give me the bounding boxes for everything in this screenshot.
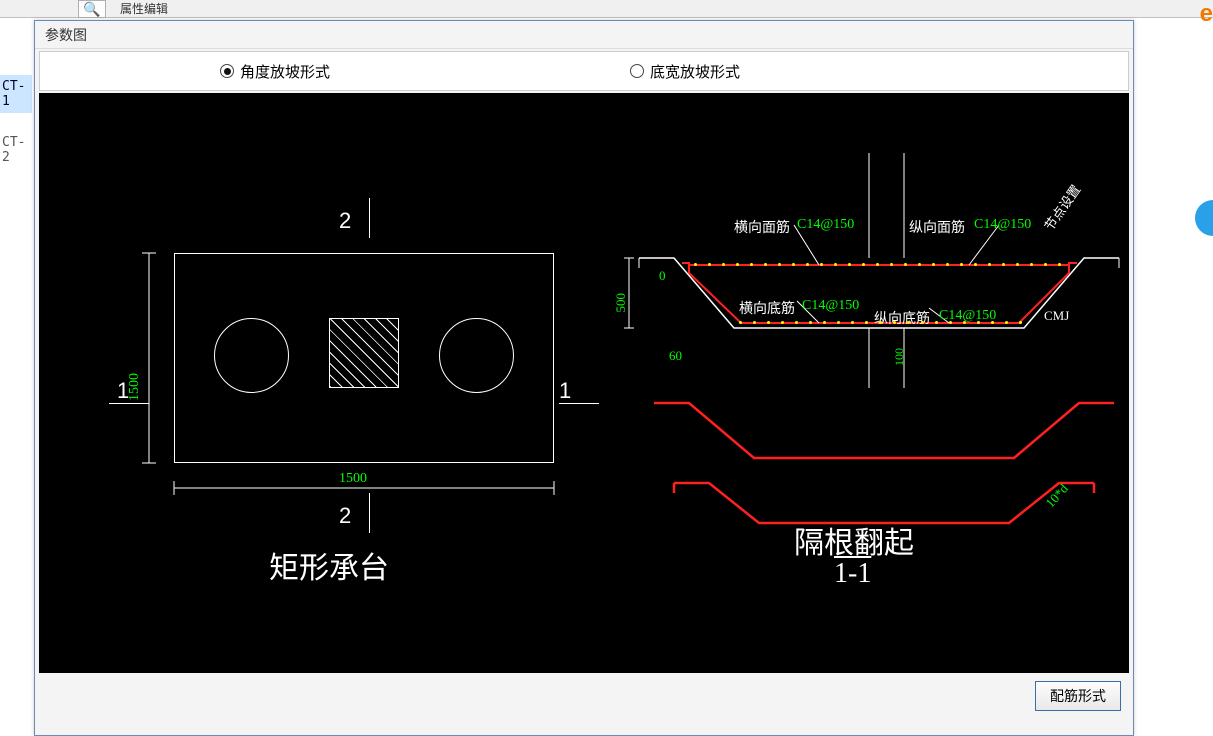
rebar-dot xyxy=(932,263,935,266)
dim-500: 500 xyxy=(613,293,629,313)
section-title-sub: 1-1 xyxy=(834,558,871,590)
radio-angle-label: 角度放坡形式 xyxy=(240,61,330,82)
dim-height: 1500 xyxy=(127,373,143,401)
rebar-dot xyxy=(1044,263,1047,266)
rebar-dot xyxy=(991,321,994,324)
search-icon[interactable]: 🔍 xyxy=(78,0,106,18)
radio-bottom-slope[interactable]: 底宽放坡形式 xyxy=(630,61,740,82)
rebar-dot xyxy=(809,321,812,324)
param-dialog: 参数图 角度放坡形式 底宽放坡形式 2 2 1 1 xyxy=(34,20,1134,736)
rebar-dot xyxy=(834,263,837,266)
radio-bar: 角度放坡形式 底宽放坡形式 xyxy=(39,51,1129,91)
label-zx-dijin: 纵向底筋 xyxy=(874,308,930,328)
radio-dot-icon xyxy=(220,64,234,78)
radio-angle-slope[interactable]: 角度放坡形式 xyxy=(220,61,330,82)
rebar-dot xyxy=(862,263,865,266)
section-title-main: 隔根翻起 xyxy=(794,518,914,562)
rebar-dot xyxy=(921,321,924,324)
rebar-dot xyxy=(960,263,963,266)
rebar-dot xyxy=(694,263,697,266)
label-zx-mianjin: 纵向面筋 xyxy=(909,217,965,237)
rebar-dot xyxy=(823,321,826,324)
rebar-dot xyxy=(974,263,977,266)
rebar-dot xyxy=(876,263,879,266)
rebar-dot xyxy=(708,263,711,266)
rebar-dot xyxy=(893,321,896,324)
radio-bottom-label: 底宽放坡形式 xyxy=(650,61,740,82)
rebar-dot xyxy=(907,321,910,324)
list-item-ct1[interactable]: CT-1 xyxy=(0,75,32,113)
label-hx-dijin: 横向底筋 xyxy=(739,298,795,318)
rebar-dot xyxy=(988,263,991,266)
list-item-ct2[interactable]: CT-2 xyxy=(0,131,32,169)
dim-lines xyxy=(39,93,639,593)
rebar-dot xyxy=(820,263,823,266)
val-zx-dijin: C14@150 xyxy=(939,308,996,324)
dim-width: 1500 xyxy=(339,471,367,487)
rebar-dot xyxy=(904,263,907,266)
dim-0: 0 xyxy=(659,268,666,284)
rebar-dot xyxy=(750,263,753,266)
app-topbar: 🔍 属性编辑 xyxy=(0,0,1213,18)
val-hx-mianjin: C14@150 xyxy=(797,217,854,233)
dialog-bottom-bar: 配筋形式 xyxy=(35,675,1133,717)
rebar-dot xyxy=(848,263,851,266)
item-list: CT-1 CT-2 xyxy=(0,75,32,169)
rebar-dot xyxy=(795,321,798,324)
rebar-dot xyxy=(781,321,784,324)
rebar-dot xyxy=(778,263,781,266)
val-zx-mianjin: C14@150 xyxy=(974,217,1031,233)
dialog-title: 参数图 xyxy=(35,21,1133,49)
rebar-dot xyxy=(1005,321,1008,324)
top-label: 属性编辑 xyxy=(120,0,168,18)
rebar-dot xyxy=(736,263,739,266)
dim-100: 100 xyxy=(892,348,907,366)
rebar-dot xyxy=(1058,263,1061,266)
rebar-dot xyxy=(1019,321,1022,324)
rebar-dot xyxy=(935,321,938,324)
rebar-dot xyxy=(764,263,767,266)
rebar-dot xyxy=(879,321,882,324)
dim-60: 60 xyxy=(669,348,682,364)
rebar-dot xyxy=(977,321,980,324)
label-cmj: CMJ xyxy=(1044,308,1069,324)
rebar-dot xyxy=(753,321,756,324)
rebar-dot xyxy=(963,321,966,324)
rebar-form-button[interactable]: 配筋形式 xyxy=(1035,681,1121,711)
rebar-dot xyxy=(851,321,854,324)
cad-canvas: 2 2 1 1 1500 1500 矩形承台 xyxy=(39,93,1129,673)
rebar-dot xyxy=(946,263,949,266)
rebar-dot xyxy=(1016,263,1019,266)
rebar-dot xyxy=(837,321,840,324)
rebar-dot xyxy=(1030,263,1033,266)
rebar-dot xyxy=(792,263,795,266)
rebar-dot xyxy=(806,263,809,266)
rebar-dot xyxy=(949,321,952,324)
label-hx-mianjin: 横向面筋 xyxy=(734,217,790,237)
rebar-dot xyxy=(865,321,868,324)
rebar-dot xyxy=(767,321,770,324)
rebar-dot xyxy=(890,263,893,266)
rebar-dot xyxy=(918,263,921,266)
side-notification-tab[interactable] xyxy=(1195,200,1213,236)
plan-title: 矩形承台 xyxy=(269,543,389,587)
brand-corner-icon: e xyxy=(1200,0,1213,28)
radio-dot-icon xyxy=(630,64,644,78)
rebar-dot xyxy=(1002,263,1005,266)
val-hx-dijin: C14@150 xyxy=(802,298,859,314)
rebar-dot xyxy=(739,321,742,324)
rebar-dot xyxy=(722,263,725,266)
